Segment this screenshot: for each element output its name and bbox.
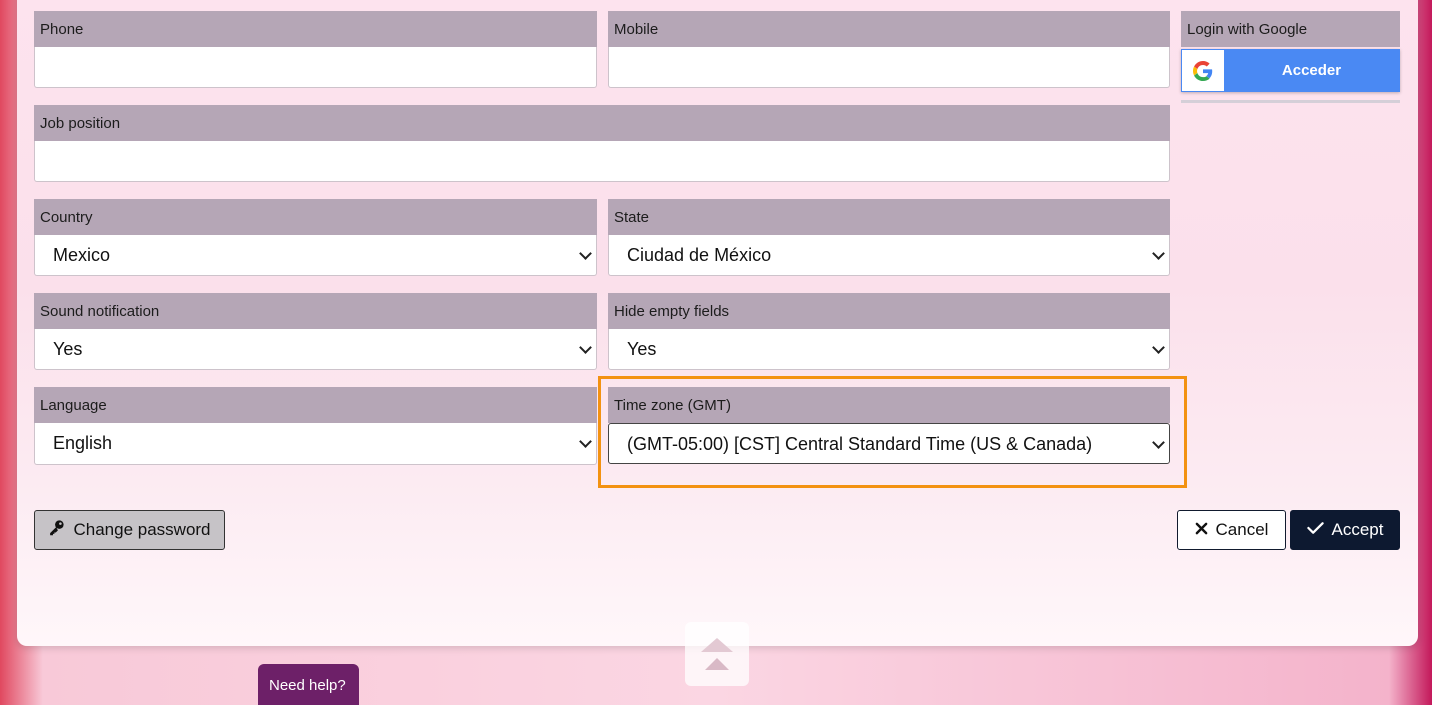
chevron-down-icon bbox=[579, 247, 592, 260]
job-position-label: Job position bbox=[34, 105, 1170, 141]
job-position-input[interactable] bbox=[34, 141, 1170, 182]
need-help-button[interactable]: Need help? bbox=[258, 664, 359, 705]
country-field: Country Mexico bbox=[34, 199, 597, 276]
chevron-down-icon bbox=[1152, 341, 1165, 354]
state-select[interactable]: Ciudad de México bbox=[608, 235, 1170, 276]
mobile-field: Mobile bbox=[608, 11, 1170, 88]
sound-notification-select[interactable]: Yes bbox=[34, 329, 597, 370]
change-password-label: Change password bbox=[73, 520, 211, 539]
google-icon bbox=[1182, 50, 1224, 91]
sound-notification-label: Sound notification bbox=[34, 293, 597, 329]
close-icon bbox=[1195, 520, 1208, 540]
country-label: Country bbox=[34, 199, 597, 235]
chevron-down-icon bbox=[1152, 247, 1165, 260]
phone-field: Phone bbox=[34, 11, 597, 88]
scroll-top-button[interactable] bbox=[685, 622, 749, 686]
hide-empty-fields-select[interactable]: Yes bbox=[608, 329, 1170, 370]
country-select[interactable]: Mexico bbox=[34, 235, 597, 276]
state-field: State Ciudad de México bbox=[608, 199, 1170, 276]
hide-empty-fields-label: Hide empty fields bbox=[608, 293, 1170, 329]
change-password-button[interactable]: Change password bbox=[34, 510, 225, 550]
chevron-down-icon bbox=[579, 341, 592, 354]
time-zone-highlight bbox=[598, 376, 1187, 488]
google-login-label: Login with Google bbox=[1181, 11, 1400, 47]
hide-empty-fields-field: Hide empty fields Yes bbox=[608, 293, 1170, 370]
phone-label: Phone bbox=[34, 11, 597, 47]
hide-empty-fields-value: Yes bbox=[627, 339, 657, 359]
accept-label: Accept bbox=[1331, 520, 1384, 539]
mobile-input[interactable] bbox=[608, 47, 1170, 88]
language-label: Language bbox=[34, 387, 597, 423]
country-value: Mexico bbox=[53, 245, 111, 265]
language-value: English bbox=[53, 433, 113, 453]
divider bbox=[1181, 100, 1400, 103]
google-signin-label: Acceder bbox=[1281, 62, 1342, 79]
language-select[interactable]: English bbox=[34, 423, 597, 465]
check-icon bbox=[1306, 520, 1324, 540]
state-label: State bbox=[608, 199, 1170, 235]
key-icon bbox=[48, 519, 65, 541]
cancel-button[interactable]: Cancel bbox=[1177, 510, 1286, 550]
cancel-label: Cancel bbox=[1215, 520, 1269, 539]
language-field: Language English bbox=[34, 387, 597, 465]
mobile-label: Mobile bbox=[608, 11, 1170, 47]
chevron-down-icon bbox=[579, 435, 592, 448]
job-position-field: Job position bbox=[34, 105, 1170, 182]
google-login-box: Login with Google Acceder bbox=[1181, 11, 1400, 103]
state-value: Ciudad de México bbox=[627, 245, 772, 265]
google-signin-button[interactable]: Acceder bbox=[1181, 49, 1400, 92]
accept-button[interactable]: Accept bbox=[1290, 510, 1400, 550]
sound-notification-field: Sound notification Yes bbox=[34, 293, 597, 370]
phone-input[interactable] bbox=[34, 47, 597, 88]
sound-notification-value: Yes bbox=[53, 339, 83, 359]
